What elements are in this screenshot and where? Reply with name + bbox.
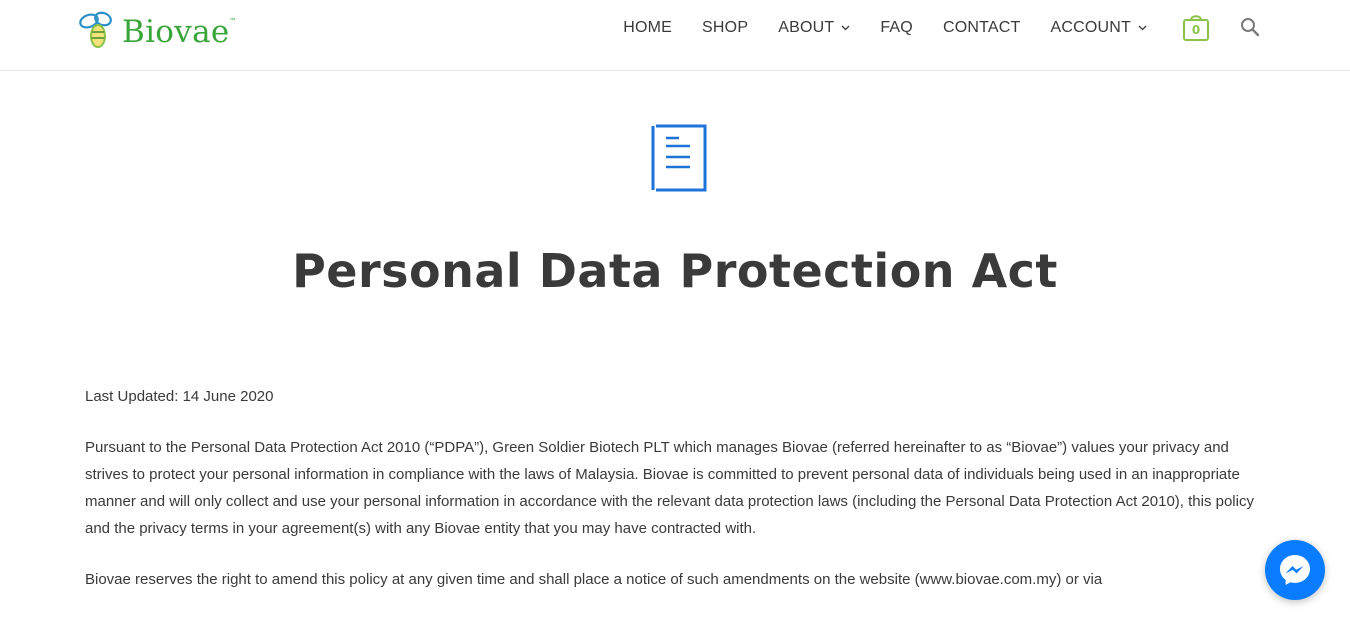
site-header: Biovae ™ HOME SHOP ABOUT FAQ CONTACT ACC… bbox=[0, 0, 1350, 71]
nav-faq[interactable]: FAQ bbox=[865, 19, 928, 37]
last-updated: Last Updated: 14 June 2020 bbox=[85, 388, 274, 405]
chevron-down-icon bbox=[1138, 25, 1147, 31]
nav-shop-label: SHOP bbox=[702, 19, 749, 36]
page-title: Personal Data Protection Act bbox=[292, 244, 1058, 298]
search-button[interactable] bbox=[1240, 17, 1260, 37]
site-logo[interactable]: Biovae ™ bbox=[78, 6, 236, 52]
logo-trademark: ™ bbox=[229, 18, 236, 24]
chevron-down-icon bbox=[841, 25, 850, 31]
document-icon bbox=[650, 124, 708, 194]
logo-text: Biovae bbox=[122, 13, 230, 50]
bee-logo-icon bbox=[79, 11, 112, 48]
nav-home[interactable]: HOME bbox=[608, 19, 687, 37]
nav-contact[interactable]: CONTACT bbox=[928, 19, 1036, 37]
nav-home-label: HOME bbox=[623, 19, 673, 36]
main-nav: HOME SHOP ABOUT FAQ CONTACT ACCOUNT bbox=[608, 0, 1162, 56]
messenger-icon bbox=[1280, 555, 1310, 585]
nav-account[interactable]: ACCOUNT bbox=[1035, 19, 1162, 37]
cart-count: 0 bbox=[1191, 23, 1201, 37]
nav-shop[interactable]: SHOP bbox=[687, 19, 763, 37]
policy-content: Last Updated: 14 June 2020 Pursuant to t… bbox=[85, 383, 1270, 617]
nav-account-label: ACCOUNT bbox=[1050, 19, 1131, 36]
nav-contact-label: CONTACT bbox=[942, 19, 1021, 36]
messenger-chat-button[interactable] bbox=[1265, 540, 1325, 600]
nav-faq-label: FAQ bbox=[880, 19, 913, 36]
policy-paragraph: Biovae reserves the right to amend this … bbox=[85, 571, 1103, 588]
cart-button[interactable]: 0 bbox=[1182, 12, 1210, 42]
search-icon bbox=[1241, 18, 1260, 37]
policy-paragraph: Pursuant to the Personal Data Protection… bbox=[85, 439, 1254, 537]
nav-about[interactable]: ABOUT bbox=[763, 19, 865, 37]
nav-about-label: ABOUT bbox=[778, 19, 835, 36]
